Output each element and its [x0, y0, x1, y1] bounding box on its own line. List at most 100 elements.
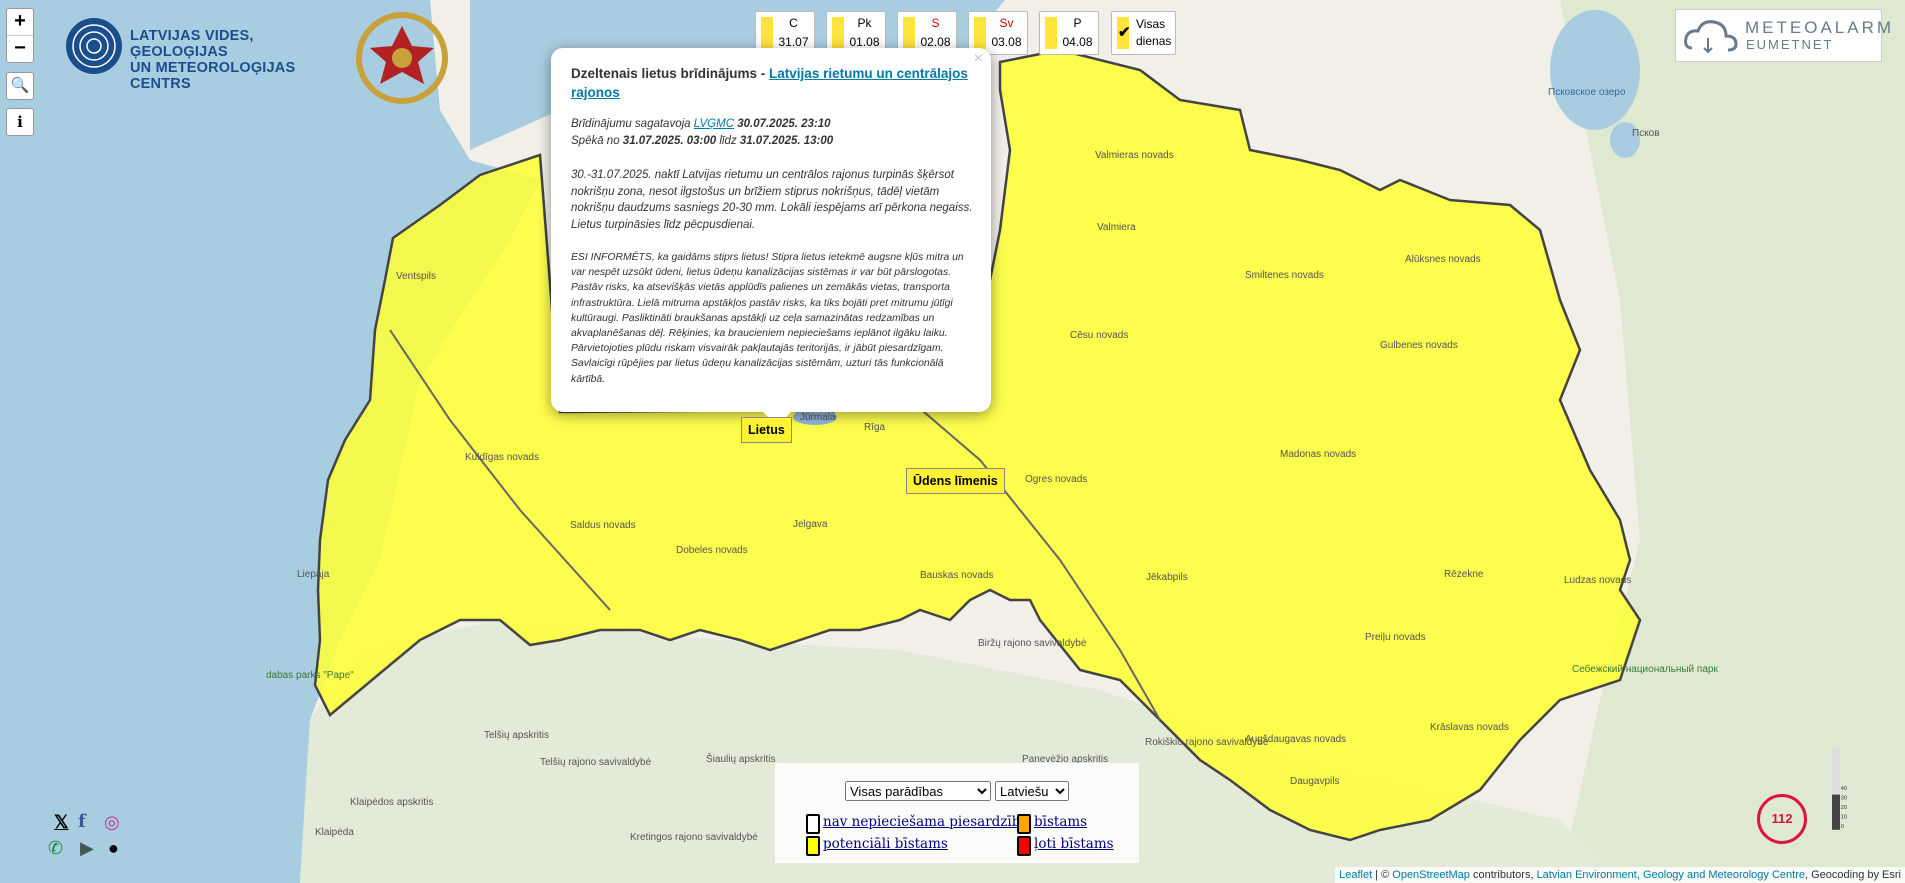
- meteoalarm-logo[interactable]: METEOALARM EUMETNET: [1675, 9, 1891, 62]
- place-label: Rīga: [864, 422, 886, 433]
- place-label: Liepāja: [297, 569, 330, 580]
- place-label: Saldus novads: [570, 520, 636, 531]
- scale-tick: 30: [1841, 795, 1847, 801]
- place-label: Krāslavas novads: [1430, 722, 1509, 733]
- logo-line2: UN METEOROLOĢIJAS CENTRS: [130, 60, 296, 92]
- sos-112-icon[interactable]: 112: [1757, 794, 1807, 844]
- scale-tick: 20: [1841, 805, 1847, 811]
- popup-title-text: Dzeltenais lietus brīdinājums: [571, 66, 758, 81]
- lvgmc-attribution-link[interactable]: Latvian Environment, Geology and Meteoro…: [1537, 869, 1805, 881]
- attribution-sep: | ©: [1372, 869, 1393, 881]
- day-date: 02.08: [920, 35, 951, 49]
- day-name: Pk: [857, 16, 872, 30]
- place-label: Kuldīgas novads: [465, 452, 539, 463]
- zoom-control: + −: [6, 8, 34, 63]
- place-label: Псков: [1632, 128, 1660, 139]
- warning-popup: × Dzeltenais lietus brīdinājums - Latvij…: [551, 48, 991, 426]
- marker-water-level[interactable]: Ūdens līmenis: [906, 468, 1005, 494]
- x-icon[interactable]: 𝕏: [54, 812, 69, 833]
- place-label: dabas parks "Pape": [266, 670, 354, 681]
- popup-advice: ESI INFORMĒTS, ka gaidāms stiprs lietus!…: [571, 252, 964, 385]
- place-label: Klaipėda: [315, 827, 354, 838]
- place-label: Telšių apskritis: [484, 730, 549, 741]
- all-days-label: Visas dienas: [1136, 16, 1171, 50]
- place-label: Kretingos rajono savivaldybė: [630, 832, 758, 843]
- legend-item-very-dangerous[interactable]: ļoti bīstams: [1034, 836, 1114, 852]
- place-label: Gulbenes novads: [1380, 340, 1458, 351]
- leaflet-link[interactable]: Leaflet: [1339, 869, 1372, 881]
- attribution-esri: , Geocoding by Esri: [1805, 869, 1901, 881]
- marker-rain[interactable]: Lietus: [741, 417, 792, 443]
- prepared-time: 30.07.2025. 23:10: [734, 118, 831, 130]
- day-tab-5[interactable]: P 04.08: [1039, 11, 1099, 55]
- close-icon[interactable]: ×: [974, 50, 983, 68]
- place-label: Madonas novads: [1280, 449, 1356, 460]
- place-label: Jelgava: [793, 519, 828, 530]
- day-warning-bar: [832, 17, 844, 49]
- place-label: Preiļu novads: [1365, 632, 1426, 643]
- popup-title: Dzeltenais lietus brīdinājums - Latvijas…: [571, 64, 975, 102]
- place-label: Smiltenes novads: [1245, 270, 1324, 281]
- place-label: Šiaulių apskritis: [706, 752, 775, 765]
- lvgmc-emblem-icon: [66, 18, 122, 74]
- place-label: Bauskas novads: [920, 570, 993, 581]
- valid-to: 31.07.2025. 13:00: [739, 135, 834, 147]
- phenomena-select[interactable]: Visas parādības: [845, 781, 991, 801]
- day-name: Sv: [999, 16, 1014, 30]
- day-warning-bar: [903, 17, 915, 49]
- facebook-icon[interactable]: f: [78, 811, 86, 832]
- day-name: S: [931, 16, 940, 30]
- search-icon: 🔍: [10, 77, 30, 94]
- zoom-out-button[interactable]: −: [7, 35, 33, 62]
- valid-from-label: Spēkā no: [571, 135, 623, 147]
- all-days-tab[interactable]: ✔ Visas dienas: [1111, 11, 1176, 55]
- meteoalarm-subtitle: EUMETNET: [1746, 37, 1834, 52]
- place-label: Daugavpils: [1290, 776, 1339, 787]
- place-label: Dobeles novads: [676, 545, 748, 556]
- place-label: Telšių rajono savivaldybė: [540, 757, 652, 768]
- lvgmc-logo[interactable]: LATVIJAS VIDES, ĢEOLOĢIJAS UN METEOROLOĢ…: [64, 16, 324, 92]
- checkmark-icon: ✔: [1118, 24, 1131, 41]
- osm-link[interactable]: OpenStreetMap: [1392, 869, 1470, 881]
- day-date: 04.08: [1062, 35, 1093, 49]
- place-label: Ludzas novads: [1564, 575, 1631, 586]
- legend-item-potential[interactable]: potenciāli bīstams: [823, 836, 948, 852]
- zoom-in-button[interactable]: +: [7, 9, 33, 35]
- all-days-line2: dienas: [1136, 34, 1172, 48]
- popup-title-separator: -: [757, 66, 770, 81]
- legend-swatch-none: [806, 814, 820, 834]
- popup-description: 30.-31.07.2025. naktī Latvijas rietumu u…: [571, 169, 973, 231]
- legend-item-none[interactable]: nav nepieciešama piesardzība: [823, 814, 1028, 830]
- language-select[interactable]: Latviešu: [995, 781, 1069, 801]
- popup-meta: Brīdinājumu sagatavoja LVĢMC 30.07.2025.…: [571, 116, 975, 150]
- place-label: Biržų rajono savivaldybė: [978, 638, 1087, 649]
- logo-line1: LATVIJAS VIDES, ĢEOLOĢIJAS: [130, 28, 254, 60]
- day-name: P: [1073, 16, 1082, 30]
- day-date: 31.07: [778, 35, 809, 49]
- place-label: Псковское озеро: [1548, 87, 1626, 98]
- lvgmc-link[interactable]: LVĢMC: [694, 118, 734, 130]
- scale-tick: 10: [1841, 815, 1847, 821]
- google-play-icon[interactable]: ▶: [80, 838, 94, 859]
- place-label: Klaipėdos apskritis: [350, 797, 433, 808]
- day-warning-bar: [1045, 17, 1057, 49]
- legend-swatch-very-dangerous: [1017, 836, 1031, 856]
- place-label: Себежский национальный парк: [1572, 663, 1718, 675]
- day-name: C: [789, 16, 798, 30]
- scale-tick: 0: [1841, 824, 1844, 830]
- place-label: Ventspils: [396, 271, 436, 282]
- instagram-icon[interactable]: ◎: [104, 812, 120, 833]
- phone-icon[interactable]: ✆: [48, 838, 63, 859]
- search-button[interactable]: 🔍: [6, 72, 34, 100]
- legend-swatch-dangerous: [1017, 814, 1031, 834]
- place-label: Alūksnes novads: [1405, 254, 1481, 265]
- place-label: Valmieras novads: [1095, 150, 1174, 161]
- day-date: 03.08: [991, 35, 1022, 49]
- popup-content: Dzeltenais lietus brīdinājums - Latvijas…: [571, 64, 975, 387]
- day-date: 01.08: [849, 35, 880, 49]
- scale-tick: 40: [1841, 786, 1847, 792]
- legend-item-dangerous[interactable]: bīstams: [1034, 814, 1087, 830]
- apple-icon[interactable]: ●: [108, 838, 119, 859]
- info-button[interactable]: i: [6, 108, 34, 136]
- place-label: Rēzekne: [1444, 569, 1484, 580]
